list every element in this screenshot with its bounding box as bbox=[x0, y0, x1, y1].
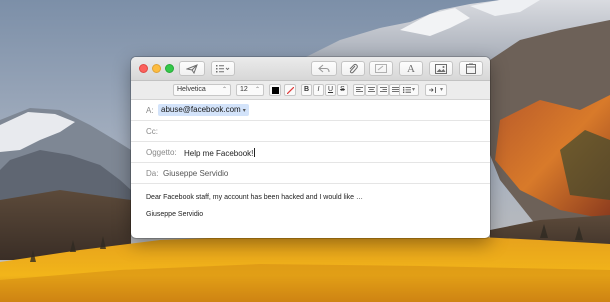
recipient-address: abuse@facebook.com bbox=[161, 105, 241, 114]
from-label: Da: bbox=[146, 169, 159, 178]
message-body[interactable]: Dear Facebook staff, my account has been… bbox=[131, 184, 490, 238]
subject-field[interactable]: Oggetto: Help me Facebook! bbox=[131, 142, 490, 163]
chevron-down-icon: ▾ bbox=[242, 108, 246, 114]
strikethrough-button[interactable]: S bbox=[337, 84, 348, 96]
recipient-token[interactable]: abuse@facebook.com ▾ bbox=[158, 104, 249, 116]
minimize-button[interactable] bbox=[152, 64, 161, 73]
subject-label: Oggetto: bbox=[146, 148, 177, 157]
zoom-button[interactable] bbox=[165, 64, 174, 73]
to-field[interactable]: A: abuse@facebook.com ▾ bbox=[131, 100, 490, 121]
body-line: Dear Facebook staff, my account has been… bbox=[146, 194, 363, 201]
to-label: A: bbox=[146, 106, 154, 115]
list-style-select[interactable]: ▾ bbox=[399, 84, 419, 96]
chevron-down-icon: ▾ bbox=[411, 87, 415, 93]
bold-label: B bbox=[303, 86, 310, 93]
title-bar: A bbox=[131, 57, 490, 81]
background-color-well[interactable] bbox=[284, 84, 296, 96]
chevron-down-icon: ▾ bbox=[439, 87, 443, 93]
header-fields-button[interactable] bbox=[211, 61, 235, 76]
send-button[interactable] bbox=[179, 61, 205, 76]
italic-button[interactable]: I bbox=[313, 84, 324, 96]
text-cursor bbox=[254, 148, 256, 157]
attach-button[interactable] bbox=[341, 61, 365, 76]
indent-select[interactable]: ▾ bbox=[425, 84, 447, 96]
from-value: Giuseppe Servidio bbox=[163, 169, 229, 178]
chevron-updown-icon: ⌃ bbox=[221, 87, 227, 93]
markup-icon bbox=[375, 64, 387, 73]
cc-label: Cc: bbox=[146, 127, 158, 136]
justify-icon bbox=[391, 87, 399, 92]
subject-value: Help me Facebook! bbox=[184, 149, 254, 158]
paper-plane-icon bbox=[186, 63, 198, 74]
strikethrough-label: S bbox=[340, 86, 345, 93]
align-center-icon bbox=[367, 87, 375, 92]
fonts-button[interactable]: A bbox=[399, 61, 423, 76]
align-center-button[interactable] bbox=[365, 84, 377, 96]
underline-button[interactable]: U bbox=[325, 84, 336, 96]
color-swatch bbox=[271, 86, 279, 94]
italic-label: I bbox=[317, 86, 320, 93]
stationery-icon bbox=[466, 63, 476, 74]
fonts-label: A bbox=[407, 62, 415, 75]
align-left-button[interactable] bbox=[353, 84, 365, 96]
align-right-button[interactable] bbox=[377, 84, 389, 96]
align-right-icon bbox=[379, 87, 387, 92]
photo-browser-button[interactable] bbox=[429, 61, 453, 76]
text-color-well[interactable] bbox=[269, 84, 281, 96]
bulleted-list-icon bbox=[403, 87, 411, 93]
list-icon bbox=[216, 64, 230, 72]
font-size-select[interactable]: 12 ⌃ bbox=[236, 84, 264, 96]
format-bar: Helvetica ⌃ 12 ⌃ B I U S ▾ ▾ bbox=[131, 81, 490, 100]
markup-button[interactable] bbox=[369, 61, 393, 76]
font-family-value: Helvetica bbox=[177, 86, 206, 93]
photo-browser-icon bbox=[435, 63, 447, 74]
from-field[interactable]: Da: Giuseppe Servidio bbox=[131, 163, 490, 184]
indent-icon bbox=[429, 87, 436, 93]
no-color-icon bbox=[286, 86, 294, 94]
cc-field[interactable]: Cc: bbox=[131, 121, 490, 142]
close-button[interactable] bbox=[139, 64, 148, 73]
subject-input[interactable]: Help me Facebook! bbox=[184, 148, 256, 158]
reply-arrow-icon bbox=[318, 64, 330, 73]
reply-button[interactable] bbox=[311, 61, 337, 76]
chevron-updown-icon: ⌃ bbox=[254, 87, 260, 93]
stationery-button[interactable] bbox=[459, 61, 483, 76]
font-size-value: 12 bbox=[240, 86, 248, 93]
align-left-icon bbox=[355, 87, 363, 92]
bold-button[interactable]: B bbox=[301, 84, 312, 96]
underline-label: U bbox=[327, 86, 334, 93]
font-family-select[interactable]: Helvetica ⌃ bbox=[173, 84, 231, 96]
paperclip-icon bbox=[349, 63, 358, 74]
new-message-window: A Helvetica ⌃ 12 ⌃ B I U S ▾ ▾ A: abuse@… bbox=[131, 57, 490, 238]
signature: Giuseppe Servidio bbox=[146, 211, 204, 218]
